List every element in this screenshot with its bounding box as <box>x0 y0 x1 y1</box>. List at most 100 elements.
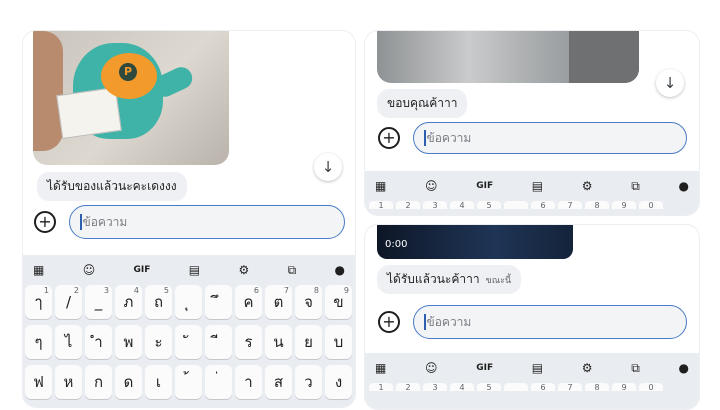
keyboard-key[interactable]: ะ <box>145 325 172 359</box>
clipboard-icon[interactable]: ▤ <box>532 179 543 193</box>
input-placeholder: ข้อความ <box>426 130 472 145</box>
settings-gear-icon[interactable]: ⚙ <box>238 263 249 277</box>
microphone-icon[interactable]: ● <box>678 361 688 375</box>
message-input[interactable]: ข้อความ <box>413 122 687 154</box>
gif-button[interactable]: GIF <box>476 181 493 191</box>
message-input[interactable]: ข้อความ <box>69 205 345 239</box>
keyboard-key[interactable]: ส <box>265 365 292 399</box>
keyboard-key[interactable]: 1 <box>369 201 393 210</box>
keyboard-key[interactable]: 5 <box>477 383 501 392</box>
package-photo[interactable] <box>377 31 639 83</box>
keyboard-key[interactable]: 3 <box>423 201 447 210</box>
apps-grid-icon[interactable]: ▦ <box>375 361 386 375</box>
translate-icon[interactable]: ⧉ <box>631 179 640 194</box>
keyboard-key[interactable]: 2 <box>396 383 420 392</box>
arrow-down-icon: ↓ <box>321 158 335 176</box>
plus-icon: + <box>382 312 396 331</box>
add-attachment-button[interactable]: + <box>378 311 400 333</box>
keyboard-key[interactable]: ั <box>175 325 202 359</box>
keyboard-key[interactable]: ว <box>295 365 322 399</box>
apps-grid-icon[interactable]: ▦ <box>33 263 44 277</box>
add-attachment-button[interactable]: + <box>378 127 400 149</box>
keyboard-key[interactable]: ไ <box>55 325 82 359</box>
keyboard-key[interactable]: 7 <box>558 201 582 210</box>
compose-bar: + ข้อความ <box>378 122 687 154</box>
keyboard-key[interactable]: ี <box>205 325 232 359</box>
keyboard-key[interactable]: ช0 <box>355 285 356 319</box>
keyboard-key[interactable]: 5 <box>477 201 501 210</box>
keyboard-key[interactable] <box>504 201 528 209</box>
translate-icon[interactable]: ⧉ <box>288 263 297 278</box>
keyboard-key[interactable]: ำ <box>85 325 112 359</box>
message-bubble: ขอบคุณค้าาา <box>377 89 468 118</box>
keyboard-key[interactable]: 4 <box>450 383 474 392</box>
clipboard-icon[interactable]: ▤ <box>189 263 200 277</box>
keyboard-key[interactable]: ฟ <box>25 365 52 399</box>
keyboard-key[interactable]: 8 <box>585 383 609 392</box>
keyboard-key[interactable]: ก <box>85 365 112 399</box>
keyboard-key[interactable] <box>504 383 528 391</box>
keyboard-key[interactable]: ๅ1 <box>25 285 52 319</box>
keyboard-key[interactable]: 8 <box>585 201 609 210</box>
keyboard-key[interactable]: ๆ <box>25 325 52 359</box>
keyboard-key[interactable]: ข9 <box>325 285 352 319</box>
sticker-icon[interactable]: ☺ <box>83 263 96 277</box>
scroll-down-button[interactable]: ↓ <box>656 69 684 97</box>
keyboard-key[interactable]: ึ <box>205 285 232 319</box>
gif-button[interactable]: GIF <box>134 265 151 275</box>
keyboard-key[interactable]: ุ <box>175 285 202 319</box>
keyboard-key[interactable]: 7 <box>558 383 582 392</box>
microphone-icon[interactable]: ● <box>335 263 345 277</box>
thai-keyboard: ▦ ☺ GIF ▤ ⚙ ⧉ ● 12345 67890 <box>365 353 699 409</box>
keyboard-key[interactable]: ง <box>325 365 352 399</box>
keyboard-key[interactable]: 6 <box>531 201 555 210</box>
keyboard-key[interactable]: ้ <box>175 365 202 399</box>
keyboard-key[interactable]: /2 <box>55 285 82 319</box>
plush-toy-photo[interactable]: P <box>33 31 229 165</box>
keyboard-key[interactable]: า <box>235 365 262 399</box>
keyboard-row-2: ๆไำพะัีรนยบล <box>23 325 355 359</box>
keyboard-key[interactable]: 0 <box>639 201 663 210</box>
keyboard-key[interactable]: ย <box>295 325 322 359</box>
keyboard-key[interactable]: ต7 <box>265 285 292 319</box>
keyboard-key[interactable]: ภ4 <box>115 285 142 319</box>
keyboard-key[interactable]: _ 3 <box>85 285 112 319</box>
keyboard-key[interactable]: 9 <box>612 383 636 392</box>
keyboard-key[interactable]: ห <box>55 365 82 399</box>
keyboard-key[interactable]: 3 <box>423 383 447 392</box>
video-thumbnail[interactable]: 0:00 <box>377 225 573 259</box>
keyboard-key[interactable]: พ <box>115 325 142 359</box>
keyboard-key[interactable]: จ8 <box>295 285 322 319</box>
keyboard-key[interactable]: บ <box>325 325 352 359</box>
sticker-icon[interactable]: ☺ <box>425 361 438 375</box>
keyboard-key[interactable]: 6 <box>531 383 555 392</box>
keyboard-key[interactable]: ฃ <box>355 365 356 399</box>
keyboard-key[interactable]: ด <box>115 365 142 399</box>
microphone-icon[interactable]: ● <box>678 179 688 193</box>
keyboard-key[interactable]: 0 <box>639 383 663 392</box>
keyboard-key[interactable]: น <box>265 325 292 359</box>
keyboard-key[interactable]: ร <box>235 325 262 359</box>
settings-gear-icon[interactable]: ⚙ <box>582 361 593 375</box>
translate-icon[interactable]: ⧉ <box>631 361 640 376</box>
keyboard-key[interactable]: เ <box>145 365 172 399</box>
keyboard-key[interactable]: ล <box>355 325 356 359</box>
add-attachment-button[interactable]: + <box>34 211 56 233</box>
clipboard-icon[interactable]: ▤ <box>532 361 543 375</box>
gif-button[interactable]: GIF <box>476 363 493 373</box>
keyboard-key[interactable]: 4 <box>450 201 474 210</box>
thai-keyboard: ▦ ☺ GIF ▤ ⚙ ⧉ ● 12345 67890 <box>365 171 699 215</box>
input-placeholder: ข้อความ <box>82 214 128 229</box>
keyboard-number-hints: 12345 67890 <box>365 383 699 392</box>
scroll-down-button[interactable]: ↓ <box>314 153 342 181</box>
message-input[interactable]: ข้อความ <box>413 305 687 339</box>
settings-gear-icon[interactable]: ⚙ <box>582 179 593 193</box>
keyboard-key[interactable]: ่ <box>205 365 232 399</box>
keyboard-key[interactable]: 1 <box>369 383 393 392</box>
keyboard-key[interactable]: 9 <box>612 201 636 210</box>
apps-grid-icon[interactable]: ▦ <box>375 179 386 193</box>
keyboard-key[interactable]: ค6 <box>235 285 262 319</box>
keyboard-key[interactable]: 2 <box>396 201 420 210</box>
sticker-icon[interactable]: ☺ <box>425 179 438 193</box>
keyboard-key[interactable]: ถ5 <box>145 285 172 319</box>
